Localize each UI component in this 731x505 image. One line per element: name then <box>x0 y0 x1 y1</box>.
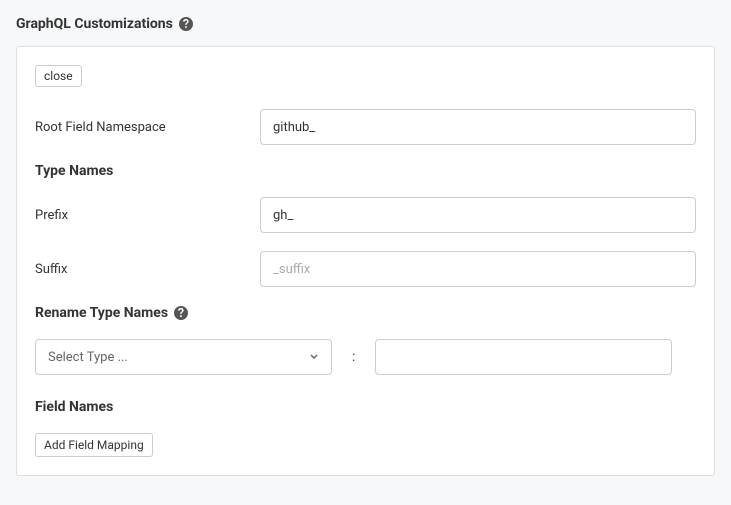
rename-row: : <box>35 339 696 375</box>
section-title-text: GraphQL Customizations <box>16 16 173 32</box>
rename-target-input[interactable] <box>375 339 672 375</box>
suffix-row: Suffix <box>35 251 696 287</box>
colon-separator: : <box>352 349 355 365</box>
prefix-label: Prefix <box>35 208 260 223</box>
suffix-input[interactable] <box>260 251 696 287</box>
root-field-row: Root Field Namespace <box>35 109 696 145</box>
customizations-panel: close Root Field Namespace Type Names Pr… <box>16 46 715 476</box>
help-icon[interactable] <box>179 17 193 31</box>
suffix-label: Suffix <box>35 262 260 277</box>
close-button[interactable]: close <box>35 65 82 87</box>
add-field-mapping-button[interactable]: Add Field Mapping <box>35 433 153 457</box>
prefix-row: Prefix <box>35 197 696 233</box>
field-names-heading: Field Names <box>35 399 696 415</box>
prefix-input[interactable] <box>260 197 696 233</box>
root-field-label: Root Field Namespace <box>35 120 260 135</box>
rename-heading-text: Rename Type Names <box>35 305 168 321</box>
help-icon[interactable] <box>174 306 188 320</box>
type-select-wrapper <box>35 339 332 375</box>
rename-heading: Rename Type Names <box>35 305 696 321</box>
section-title: GraphQL Customizations <box>16 16 715 32</box>
type-names-heading: Type Names <box>35 163 696 179</box>
type-select[interactable] <box>35 339 332 375</box>
root-field-input[interactable] <box>260 109 696 145</box>
